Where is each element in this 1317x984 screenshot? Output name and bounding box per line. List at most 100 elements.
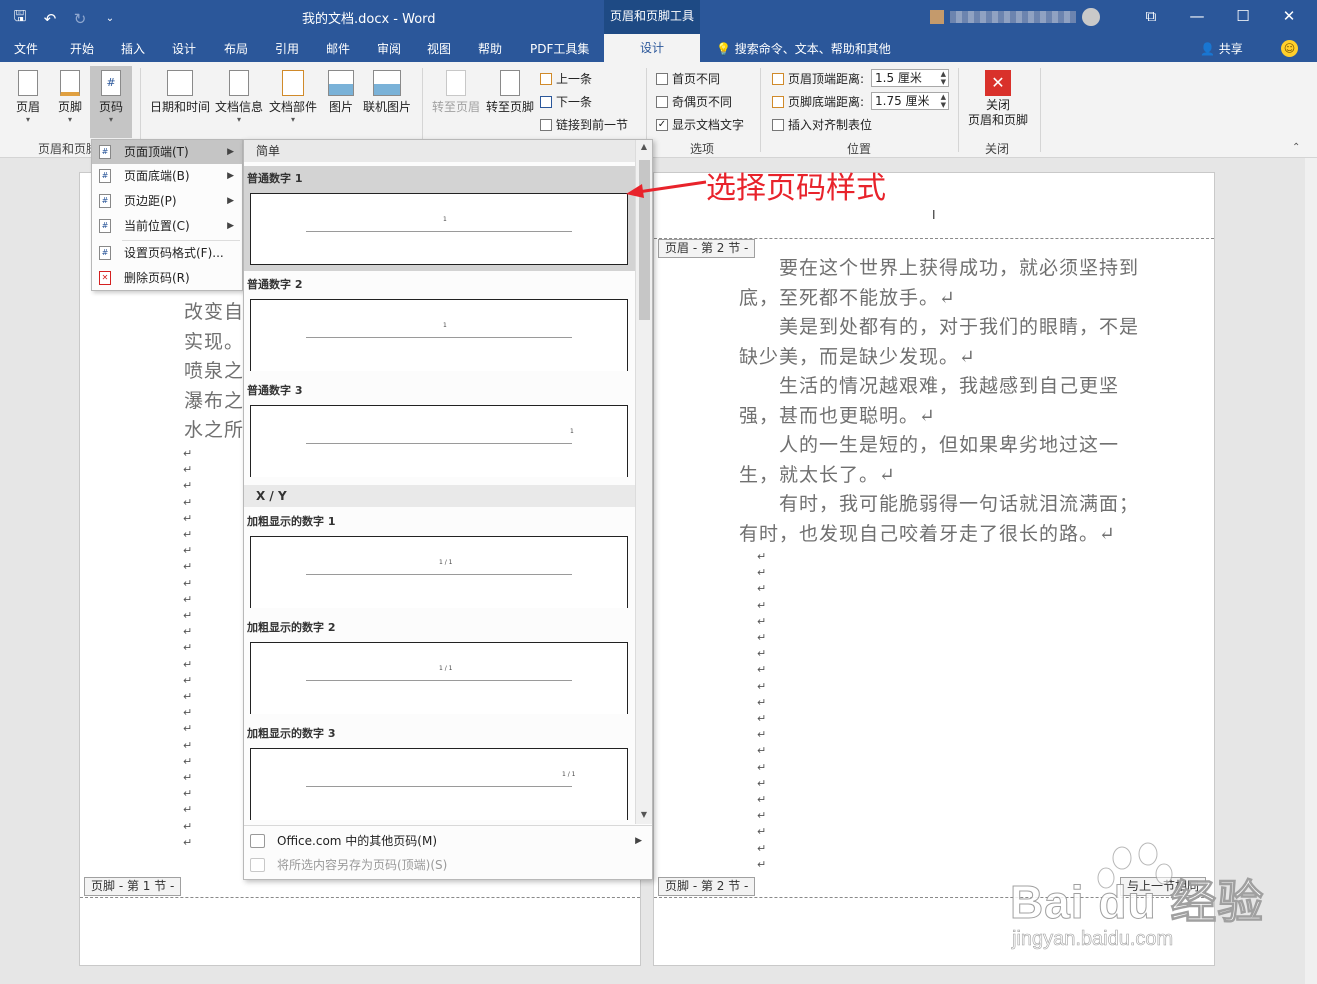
gallery-item-plain-number-2[interactable]: 1 (250, 299, 628, 371)
menu-bottom-of-page[interactable]: # 页面底端(B) ▶ (92, 164, 242, 188)
header-footer-tools-label: 页眉和页脚工具 (604, 0, 700, 34)
paragraph-marks-left: ↵ ↵ ↵ ↵ ↵ ↵ ↵ ↵ ↵ ↵ ↵ ↵ ↵ ↵ ↵ ↵ ↵ ↵ ↵ ↵ ↵ ↵ ↵ ↵ ↵ (183, 447, 193, 849)
insert-alignment-tab-button[interactable]: 插入对齐制表位 (772, 116, 872, 133)
close-window-button[interactable]: ✕ (1266, 4, 1312, 30)
spinner-arrows-icon[interactable]: ▲ ▼ (941, 70, 946, 86)
group-label-header-footer: 页眉和页脚 (38, 142, 99, 156)
gallery-item-plain-number-3[interactable]: 1 (250, 405, 628, 477)
scroll-down-icon[interactable]: ▼ (636, 810, 652, 824)
page-number-gallery: 简单 普通数字 1 1 普通数字 2 1 普通数字 3 1 X / Y 加粗显示… (243, 139, 653, 880)
goto-footer-button[interactable]: 转至页脚 (484, 70, 536, 115)
footer-section-1-tag: 页脚 - 第 1 节 - (84, 877, 182, 896)
submenu-arrow-icon: ▶ (227, 221, 234, 231)
gallery-item-bold-number-2[interactable]: 1 / 1 (250, 642, 628, 714)
customize-qat-icon[interactable]: ⌄ (100, 13, 120, 24)
person-icon: 👤 (1200, 42, 1215, 56)
menu-remove-page-numbers[interactable]: ✕ 删除页码(R) (92, 266, 242, 290)
group-label-close: 关闭 (985, 142, 1010, 156)
redo-icon[interactable]: ↻ (70, 10, 90, 28)
tab-home[interactable]: 开始 (70, 40, 94, 57)
header-line (306, 574, 572, 575)
menu-current-position[interactable]: # 当前位置(C) ▶ (92, 214, 242, 238)
gallery-footer-divider (244, 825, 652, 826)
tab-help[interactable]: 帮助 (478, 40, 502, 57)
next-section-button[interactable]: 下一条 (540, 93, 592, 110)
checkbox-icon (656, 95, 668, 108)
submenu-arrow-icon: ▶ (635, 836, 642, 846)
bottom-of-page-icon: # (99, 169, 111, 183)
ribbon-display-options-button[interactable]: ⧉ (1128, 4, 1174, 30)
share-button[interactable]: 👤 共享 (1200, 40, 1243, 57)
feedback-smiley-icon[interactable]: ☺ (1281, 40, 1298, 57)
link-to-previous-button[interactable]: 链接到前一节 (540, 116, 628, 133)
right-page-body[interactable]: 要在这个世界上获得成功，就必须坚持到底，至死都不能放手。↵ 美是到处都有的，对于… (739, 254, 1139, 549)
tab-insert[interactable]: 插入 (121, 40, 145, 57)
chevron-down-icon: ▾ (290, 115, 295, 124)
menu-format-page-numbers[interactable]: # 设置页码格式(F)... (92, 241, 242, 265)
top-of-page-icon: # (99, 145, 111, 159)
calendar-clock-icon (167, 70, 193, 96)
header-button[interactable]: 页眉 ▾ (12, 70, 44, 124)
gallery-section-xy: X / Y (244, 485, 635, 507)
maximize-button[interactable]: ☐ (1220, 4, 1266, 30)
page-number-button[interactable]: # 页码 ▾ (90, 66, 132, 138)
tab-design-doc[interactable]: 设计 (172, 40, 196, 57)
vertical-scrollbar[interactable] (1305, 158, 1317, 984)
footer-bottom-distance-input[interactable]: 1.75 厘米 ▲ ▼ (871, 92, 949, 110)
quick-parts-button[interactable]: 文档部件 ▾ (266, 70, 320, 124)
document-info-button[interactable]: 文档信息 ▾ (214, 70, 264, 124)
menu-top-of-page[interactable]: # 页面顶端(T) ▶ (92, 140, 242, 164)
collapse-ribbon-icon[interactable]: ⌃ (1292, 142, 1300, 153)
gallery-item-plain-number-1[interactable]: 1 (250, 193, 628, 265)
header-line (306, 443, 572, 444)
different-odd-even-checkbox[interactable]: 奇偶页不同 (656, 93, 732, 110)
group-label-position: 位置 (847, 142, 872, 156)
account-area[interactable] (930, 8, 1101, 26)
show-document-text-checkbox[interactable]: ✓ 显示文档文字 (656, 116, 744, 133)
quick-access-toolbar: 🖫 ↶ ↻ ⌄ (10, 6, 120, 31)
gallery-item-label: 加粗显示的数字 2 (247, 621, 336, 634)
group-separator (1040, 68, 1041, 152)
save-icon[interactable]: 🖫 (10, 6, 30, 31)
more-page-numbers-office-com[interactable]: Office.com 中的其他页码(M) ▶ (244, 829, 652, 853)
gallery-item-bold-number-1[interactable]: 1 / 1 (250, 536, 628, 608)
gallery-scrollbar[interactable]: ▲ ▼ (635, 140, 652, 824)
previous-section-button[interactable]: 上一条 (540, 70, 592, 87)
tab-file[interactable]: 文件 (14, 40, 38, 57)
header-line (306, 786, 572, 787)
ribbon-tabs: 文件 开始 插入 设计 布局 引用 邮件 审阅 视图 帮助 PDF工具集 设计 … (0, 34, 1317, 62)
group-separator (958, 68, 959, 152)
picture-button[interactable]: 图片 (324, 70, 358, 115)
tell-me-search[interactable]: 💡 搜索命令、文本、帮助和其他 (716, 40, 891, 57)
avatar[interactable] (1082, 8, 1101, 26)
spinner-arrows-icon[interactable]: ▲ ▼ (941, 93, 946, 109)
header-line (306, 337, 572, 338)
tab-layout[interactable]: 布局 (224, 40, 248, 57)
footer-button[interactable]: 页脚 ▾ (54, 70, 86, 124)
menu-page-margins[interactable]: # 页边距(P) ▶ (92, 189, 242, 213)
next-icon (540, 95, 552, 108)
scroll-up-icon[interactable]: ▲ (636, 142, 652, 156)
different-first-page-checkbox[interactable]: 首页不同 (656, 70, 720, 87)
minimize-button[interactable]: — (1174, 4, 1220, 30)
lightbulb-icon: 💡 (716, 42, 731, 56)
header-distance-icon (772, 72, 784, 85)
tab-references[interactable]: 引用 (275, 40, 299, 57)
header-top-distance-input[interactable]: 1.5 厘米 ▲ ▼ (871, 69, 949, 87)
tab-pdf-tools[interactable]: PDF工具集 (530, 40, 589, 57)
office-com-icon (250, 834, 265, 848)
chevron-down-icon: ▾ (236, 115, 241, 124)
tab-header-footer-design[interactable]: 设计 (604, 34, 700, 62)
undo-icon[interactable]: ↶ (40, 10, 60, 28)
gallery-item-bold-number-3[interactable]: 1 / 1 (250, 748, 628, 820)
window-title: 我的文档.docx - Word (302, 12, 436, 27)
close-header-footer-button[interactable]: ✕ 关闭 页眉和页脚 (964, 70, 1032, 128)
quick-parts-icon (282, 70, 304, 96)
header-line (306, 231, 572, 232)
tab-view[interactable]: 视图 (427, 40, 451, 57)
online-picture-button[interactable]: 联机图片 (360, 70, 414, 115)
chevron-down-icon: ▾ (25, 115, 30, 124)
date-time-button[interactable]: 日期和时间 (148, 70, 212, 115)
tab-mailings[interactable]: 邮件 (326, 40, 350, 57)
tab-review[interactable]: 审阅 (377, 40, 401, 57)
